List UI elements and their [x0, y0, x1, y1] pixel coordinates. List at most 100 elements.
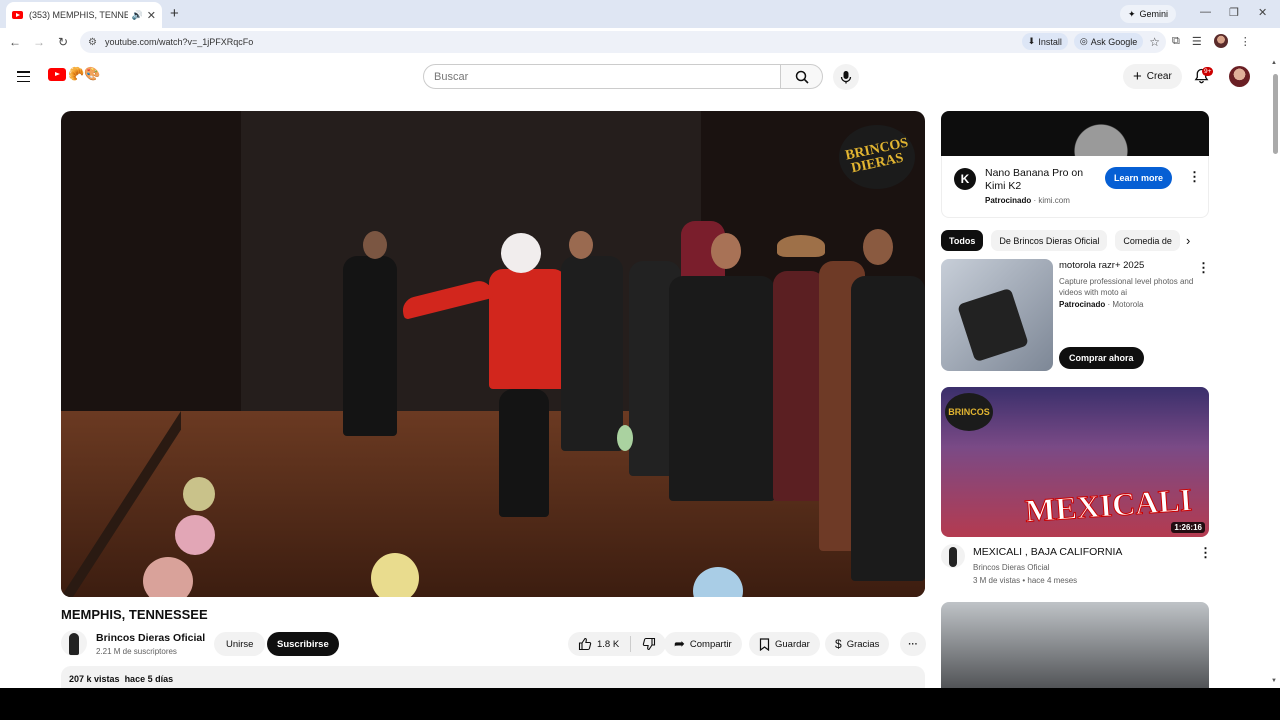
thanks-button[interactable]: $ Gracias	[825, 632, 890, 656]
like-divider	[630, 636, 632, 652]
balloon-yellow-small	[183, 477, 215, 511]
tab-search-icon[interactable]: ⧉	[1172, 35, 1180, 48]
create-button[interactable]: + Crear	[1123, 64, 1182, 89]
youtube-header: 🥐🎨 Buscar + Crear 9+	[0, 56, 1270, 100]
ad-card[interactable]: K Nano Banana Pro on Kimi K2 Patrocinado…	[941, 156, 1209, 218]
thumbnail-logo: BRINCOS	[945, 393, 993, 431]
install-icon: ⬇	[1027, 36, 1036, 46]
promo-thumbnail[interactable]	[941, 259, 1053, 371]
next-recommended-thumbnail[interactable]	[941, 602, 1209, 688]
browser-menu-icon[interactable]: ⋮	[1240, 35, 1251, 48]
person-head-3	[863, 229, 893, 265]
video-duration: 1:26:16	[1171, 522, 1205, 533]
voice-search-button[interactable]	[833, 64, 859, 90]
install-button[interactable]: ⬇ Install	[1021, 33, 1068, 50]
recommended-title[interactable]: MEXICALI , BAJA CALIFORNIA	[973, 546, 1122, 558]
description-box[interactable]: 207 k vistas hace 5 días	[61, 666, 925, 688]
maximize-icon[interactable]: ❐	[1229, 6, 1239, 19]
share-label: Compartir	[689, 638, 732, 650]
reload-icon[interactable]: ↻	[51, 35, 75, 49]
browser-tab[interactable]: (353) MEMPHIS, TENNESSE 🔊 ✕	[6, 2, 162, 28]
scroll-down-icon[interactable]: ▼	[1271, 678, 1277, 684]
chip-all[interactable]: Todos	[941, 230, 984, 251]
ad-banner-image[interactable]	[941, 111, 1209, 156]
super-thanks-icon: $	[835, 637, 842, 651]
ad-domain: kimi.com	[1038, 196, 1070, 205]
lens-icon: ◎	[1079, 36, 1088, 46]
person-black-shirt	[561, 256, 623, 451]
address-bar[interactable]: ⚙ youtube.com/watch?v=_1jPFXRqcFo ⬇ Inst…	[80, 31, 1166, 53]
minimize-icon[interactable]: —	[1200, 6, 1211, 18]
filter-chips: Todos De Brincos Dieras Oficial Comedia …	[941, 230, 1209, 252]
share-button[interactable]: ➦ Compartir	[664, 632, 742, 656]
video-title: MEMPHIS, TENNESSEE	[61, 607, 208, 622]
person-head-2	[711, 233, 741, 269]
like-button[interactable]: 1.8 K	[568, 632, 667, 656]
like-count: 1.8 K	[597, 638, 620, 650]
person-black-jacket	[669, 276, 775, 501]
youtube-logo[interactable]	[48, 68, 66, 81]
url-text[interactable]: youtube.com/watch?v=_1jPFXRqcFo	[105, 37, 253, 47]
chip-comedy[interactable]: Comedia de	[1115, 230, 1180, 251]
promo-more-icon[interactable]: ⋮	[1197, 260, 1210, 276]
ask-google-button[interactable]: ◎ Ask Google	[1073, 33, 1144, 50]
buy-now-button[interactable]: Comprar ahora	[1059, 347, 1144, 369]
search-input[interactable]: Buscar	[423, 64, 781, 89]
thumbs-down-icon[interactable]	[642, 637, 656, 651]
thanks-label: Gracias	[846, 638, 880, 650]
save-button[interactable]: Guardar	[749, 632, 820, 656]
channel-avatar[interactable]	[61, 630, 87, 656]
back-icon[interactable]: ←	[3, 35, 27, 49]
scroll-up-icon[interactable]: ▲	[1271, 60, 1277, 66]
recommended-channel-avatar[interactable]	[941, 544, 965, 568]
balloon-pink	[175, 515, 215, 555]
reading-list-icon[interactable]: ☰	[1192, 35, 1202, 48]
ad-more-icon[interactable]: ⋮	[1188, 169, 1201, 185]
join-button[interactable]: Unirse	[214, 632, 266, 656]
navigation-bar: ← → ↻ ⚙ youtube.com/watch?v=_1jPFXRqcFo …	[0, 28, 1280, 56]
doodle-icon[interactable]: 🥐🎨	[68, 66, 100, 82]
account-avatar[interactable]	[1229, 66, 1250, 87]
sparkle-icon: ✦	[1128, 8, 1136, 19]
forward-icon[interactable]: →	[27, 35, 51, 49]
bookmark-star-icon[interactable]: ☆	[1149, 35, 1160, 49]
more-actions-button[interactable]: ···	[900, 632, 926, 656]
save-label: Guardar	[775, 638, 810, 650]
bookmark-icon	[759, 637, 770, 651]
scrollbar-thumb[interactable]	[1273, 74, 1278, 154]
gemini-label: Gemini	[1139, 9, 1169, 19]
promo-title[interactable]: motorola razr+ 2025	[1059, 260, 1144, 271]
promo-sponsored-label: Patrocinado	[1059, 300, 1106, 309]
recommended-channel[interactable]: Brincos Dieras Oficial	[973, 563, 1049, 572]
cowboy-hat	[777, 235, 825, 257]
person-red-print	[773, 271, 825, 501]
recommended-thumbnail[interactable]: BRINCOS MEXICALI 1:26:16	[941, 387, 1209, 537]
microphone-icon	[840, 71, 852, 84]
ad-title[interactable]: Nano Banana Pro on Kimi K2	[985, 167, 1095, 193]
close-tab-icon[interactable]: ✕	[147, 9, 156, 22]
subscribe-button[interactable]: Suscribirse	[267, 632, 339, 656]
channel-name[interactable]: Brincos Dieras Oficial	[96, 632, 205, 644]
profile-avatar[interactable]	[1213, 34, 1228, 48]
chevron-right-icon[interactable]: ›	[1186, 233, 1190, 248]
search-button[interactable]	[780, 64, 823, 89]
chip-channel[interactable]: De Brincos Dieras Oficial	[991, 230, 1108, 251]
cameraman-figure	[343, 256, 397, 436]
site-info-icon[interactable]: ⚙	[88, 37, 97, 48]
close-window-icon[interactable]: ✕	[1258, 6, 1267, 19]
menu-icon[interactable]	[17, 71, 30, 85]
recommended-more-icon[interactable]: ⋮	[1199, 545, 1212, 561]
ad-meta: Patrocinado · kimi.com	[985, 196, 1070, 205]
video-player[interactable]: BRINCOS DIERAS	[61, 111, 925, 597]
advertiser-logo: K	[954, 168, 976, 190]
learn-more-button[interactable]: Learn more	[1105, 167, 1173, 189]
clown-legs	[499, 389, 549, 517]
new-tab-button[interactable]: +	[170, 5, 179, 22]
channel-watermark: BRINCOS DIERAS	[839, 125, 915, 189]
ad-sponsored-label: Patrocinado	[985, 196, 1032, 205]
create-label: Crear	[1146, 71, 1172, 82]
page-scrollbar[interactable]: ▲ ▼	[1270, 56, 1280, 688]
subscriber-count: 2.21 M de suscriptores	[96, 647, 177, 656]
speaker-icon[interactable]: 🔊	[132, 10, 143, 21]
gemini-button[interactable]: ✦ Gemini	[1120, 5, 1177, 23]
